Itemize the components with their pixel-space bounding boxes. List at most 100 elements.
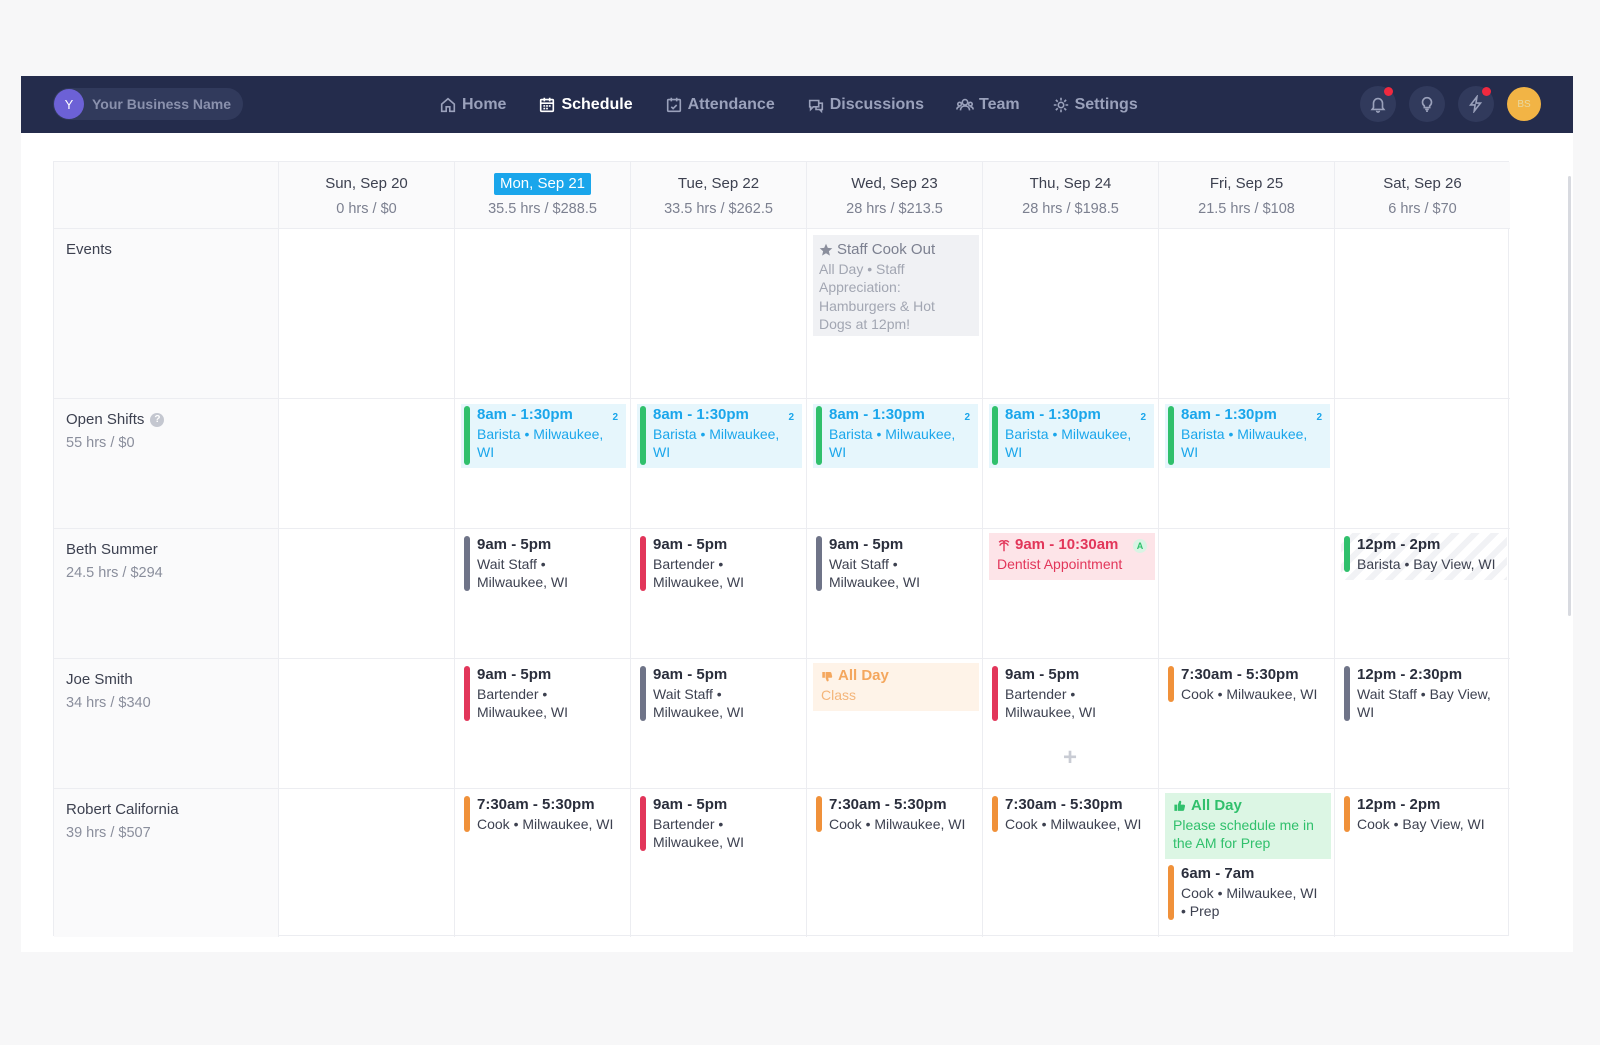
open-cell-mon[interactable]: 8am - 1:30pm Barista • Milwaukee, WI 2 xyxy=(454,399,630,528)
open-cell-thu[interactable]: 8am - 1:30pm Barista • Milwaukee, WI 2 xyxy=(982,399,1158,528)
shift-card[interactable]: 9am - 5pm Wait Staff • Milwaukee, WI xyxy=(813,534,978,594)
open-shift-card[interactable]: 8am - 1:30pm Barista • Milwaukee, WI 2 xyxy=(1165,404,1330,468)
shift-card[interactable]: 9am - 5pm Bartender • Milwaukee, WI xyxy=(461,664,626,724)
shift-card[interactable]: 7:30am - 5:30pm Cook • Milwaukee, WI xyxy=(1165,664,1330,705)
shift-color-bar xyxy=(816,796,822,832)
events-cell-mon[interactable] xyxy=(454,229,630,398)
shift-card[interactable]: 6am - 7am Cook • Milwaukee, WI • Prep xyxy=(1165,863,1330,923)
shift-cell-mon[interactable]: 9am - 5pm Bartender • Milwaukee, WI xyxy=(454,659,630,788)
open-cell-sat[interactable] xyxy=(1334,399,1510,528)
nav-team[interactable]: Team xyxy=(956,96,1020,114)
add-shift-plus-icon[interactable]: + xyxy=(1061,746,1079,770)
shift-cell-wed[interactable]: 7:30am - 5:30pm Cook • Milwaukee, WI xyxy=(806,789,982,937)
shift-cell-sat[interactable]: 12pm - 2pm Barista • Bay View, WI xyxy=(1334,529,1510,658)
shift-card[interactable]: 12pm - 2pm Barista • Bay View, WI xyxy=(1341,534,1506,575)
open-shift-card[interactable]: 8am - 1:30pm Barista • Milwaukee, WI 2 xyxy=(989,404,1154,468)
shift-cell-wed[interactable]: All Day Class xyxy=(806,659,982,788)
events-cell-thu[interactable] xyxy=(982,229,1158,398)
business-switcher[interactable]: Y Your Business Name xyxy=(53,88,243,120)
user-avatar[interactable]: BS xyxy=(1507,87,1541,121)
approved-badge: A xyxy=(1133,539,1147,553)
shift-cell-mon[interactable]: 7:30am - 5:30pm Cook • Milwaukee, WI xyxy=(454,789,630,937)
shift-card[interactable]: 7:30am - 5:30pm Cook • Milwaukee, WI xyxy=(813,794,978,835)
nav-settings[interactable]: Settings xyxy=(1052,96,1138,114)
shift-card[interactable]: 12pm - 2:30pm Wait Staff • Bay View, WI xyxy=(1341,664,1506,724)
nav-schedule[interactable]: Schedule xyxy=(538,96,633,114)
shift-cell-sat[interactable]: 12pm - 2pm Cook • Bay View, WI xyxy=(1334,789,1510,937)
shift-desc: Cook • Milwaukee, WI xyxy=(1181,884,1318,901)
shift-cell-thu[interactable]: 9am - 10:30am Dentist Appointment A xyxy=(982,529,1158,658)
nav-home[interactable]: Home xyxy=(439,96,506,114)
employee-label[interactable]: Robert California 39 hrs / $507 xyxy=(54,789,278,937)
home-icon xyxy=(440,97,456,112)
shift-cell-fri[interactable]: 7:30am - 5:30pm Cook • Milwaukee, WI xyxy=(1158,659,1334,788)
help-icon[interactable]: ? xyxy=(150,412,165,427)
notifications-button[interactable] xyxy=(1360,86,1396,122)
shift-cell-fri[interactable]: All Day Please schedule me in the AM for… xyxy=(1158,789,1334,937)
shift-cell-fri[interactable] xyxy=(1158,529,1334,658)
shift-card[interactable]: 9am - 5pm Wait Staff • Milwaukee, WI xyxy=(461,534,626,594)
day-header-sun[interactable]: Sun, Sep 20 0 hrs / $0 xyxy=(278,162,454,229)
open-cell-tue[interactable]: 8am - 1:30pm Barista • Milwaukee, WI 2 xyxy=(630,399,806,528)
events-cell-fri[interactable] xyxy=(1158,229,1334,398)
nav-attendance-label: Attendance xyxy=(687,95,775,113)
shift-cell-thu[interactable]: 7:30am - 5:30pm Cook • Milwaukee, WI xyxy=(982,789,1158,937)
shift-card[interactable]: 9am - 5pm Bartender • Milwaukee, WI xyxy=(989,664,1154,724)
shift-cell-sat[interactable]: 12pm - 2:30pm Wait Staff • Bay View, WI xyxy=(1334,659,1510,788)
day-header-tue[interactable]: Tue, Sep 22 33.5 hrs / $262.5 xyxy=(630,162,806,229)
events-cell-sun[interactable] xyxy=(278,229,454,398)
shift-time: 12pm - 2pm xyxy=(1357,796,1441,813)
shift-card[interactable]: 9am - 5pm Wait Staff • Milwaukee, WI xyxy=(637,664,802,724)
availability-preference-card[interactable]: All Day Please schedule me in the AM for… xyxy=(1165,793,1331,859)
shift-desc: Bartender • xyxy=(477,685,548,702)
open-count-badge: 2 xyxy=(964,412,970,423)
shift-cell-tue[interactable]: 9am - 5pm Bartender • Milwaukee, WI xyxy=(630,529,806,658)
nav-discussions[interactable]: Discussions xyxy=(807,96,924,114)
shift-card[interactable]: 7:30am - 5:30pm Cook • Milwaukee, WI xyxy=(461,794,626,835)
open-cell-wed[interactable]: 8am - 1:30pm Barista • Milwaukee, WI 2 xyxy=(806,399,982,528)
day-header-sat[interactable]: Sat, Sep 26 6 hrs / $70 xyxy=(1334,162,1510,229)
time-off-reason: Dentist Appointment xyxy=(997,555,1123,572)
time-off-card[interactable]: 9am - 10:30am Dentist Appointment A xyxy=(989,533,1155,580)
shift-cell-sun[interactable] xyxy=(278,659,454,788)
vertical-scrollbar[interactable] xyxy=(1568,176,1571,616)
shift-cell-tue[interactable]: 9am - 5pm Bartender • Milwaukee, WI xyxy=(630,789,806,937)
open-shift-card[interactable]: 8am - 1:30pm Barista • Milwaukee, WI 2 xyxy=(637,404,802,468)
bell-icon xyxy=(1370,97,1386,113)
unavailability-card[interactable]: All Day Class xyxy=(813,663,979,711)
tips-button[interactable] xyxy=(1409,86,1445,122)
shift-cell-thu[interactable]: 9am - 5pm Bartender • Milwaukee, WI + xyxy=(982,659,1158,788)
shift-cell-sun[interactable] xyxy=(278,789,454,937)
employee-label[interactable]: Beth Summer 24.5 hrs / $294 xyxy=(54,529,278,658)
day-header-thu[interactable]: Thu, Sep 24 28 hrs / $198.5 xyxy=(982,162,1158,229)
event-card[interactable]: Staff Cook Out All Day • Staff Appreciat… xyxy=(813,235,979,336)
nav-attendance[interactable]: Attendance xyxy=(665,96,775,114)
open-cell-fri[interactable]: 8am - 1:30pm Barista • Milwaukee, WI 2 xyxy=(1158,399,1334,528)
open-shift-card[interactable]: 8am - 1:30pm Barista • Milwaukee, WI 2 xyxy=(813,404,978,468)
shift-desc: Cook • Milwaukee, WI xyxy=(477,815,614,832)
unavailability-reason: Class xyxy=(821,686,857,703)
shift-card[interactable]: 12pm - 2pm Cook • Bay View, WI xyxy=(1341,794,1506,835)
day-header-wed[interactable]: Wed, Sep 23 28 hrs / $213.5 xyxy=(806,162,982,229)
chat-icon xyxy=(808,99,823,113)
employee-label[interactable]: Joe Smith 34 hrs / $340 xyxy=(54,659,278,788)
day-name: Sun, Sep 20 xyxy=(325,175,408,192)
shift-cell-sun[interactable] xyxy=(278,529,454,658)
whats-new-button[interactable] xyxy=(1458,86,1494,122)
shift-cell-wed[interactable]: 9am - 5pm Wait Staff • Milwaukee, WI xyxy=(806,529,982,658)
events-cell-tue[interactable] xyxy=(630,229,806,398)
event-title: Staff Cook Out xyxy=(819,241,973,260)
shift-cell-tue[interactable]: 9am - 5pm Wait Staff • Milwaukee, WI xyxy=(630,659,806,788)
shift-card[interactable]: 9am - 5pm Bartender • Milwaukee, WI xyxy=(637,534,802,594)
events-cell-sat[interactable] xyxy=(1334,229,1510,398)
shift-card[interactable]: 7:30am - 5:30pm Cook • Milwaukee, WI xyxy=(989,794,1154,835)
open-shift-card[interactable]: 8am - 1:30pm Barista • Milwaukee, WI 2 xyxy=(461,404,626,468)
day-header-mon[interactable]: Mon, Sep 21 35.5 hrs / $288.5 xyxy=(454,162,630,229)
shift-card[interactable]: 9am - 5pm Bartender • Milwaukee, WI xyxy=(637,794,802,854)
open-cell-sun[interactable] xyxy=(278,399,454,528)
shift-cell-mon[interactable]: 9am - 5pm Wait Staff • Milwaukee, WI xyxy=(454,529,630,658)
shift-desc: Wait Staff • xyxy=(477,555,546,572)
shift-color-bar xyxy=(640,796,646,851)
events-cell-wed[interactable]: Staff Cook Out All Day • Staff Appreciat… xyxy=(806,229,982,398)
day-header-fri[interactable]: Fri, Sep 25 21.5 hrs / $108 xyxy=(1158,162,1334,229)
